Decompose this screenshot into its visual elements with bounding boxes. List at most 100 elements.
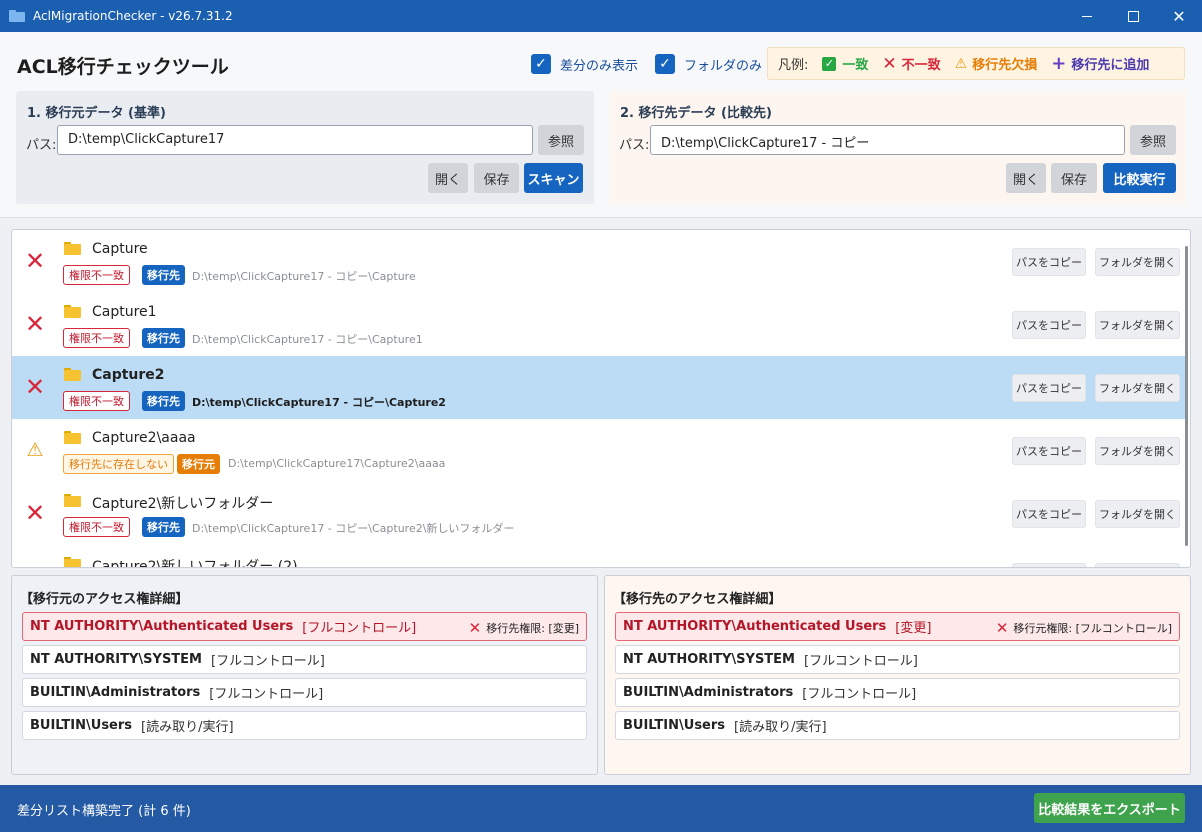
acl-permission: [フルコントロール]: [211, 654, 325, 669]
window-controls: ✕: [1064, 0, 1202, 32]
acl-permission: [フルコントロール]: [802, 687, 917, 702]
list-item[interactable]: ⚠ Capture2\aaaa 移行先に存在しない 移行元 D:\temp\Cl…: [12, 419, 1186, 482]
window-titlebar[interactable]: AclMigrationChecker - v26.7.31.2 ✕: [0, 0, 1202, 32]
source-path-input[interactable]: D:\temp\ClickCapture17: [57, 125, 533, 155]
acl-permission: [フルコントロール]: [209, 687, 324, 702]
item-name: Capture2\新しいフォルダー: [92, 496, 274, 512]
maximize-button[interactable]: [1110, 0, 1156, 32]
checkmark-icon: ✓: [655, 54, 675, 74]
side-badge: 移行元: [177, 454, 220, 474]
x-mark-icon: ✕: [24, 499, 46, 527]
legend-missing-label: 移行先欠損: [972, 58, 1038, 73]
acl-diff-note-text: 移行元権限: [フルコントロール]: [1013, 622, 1172, 635]
list-scrollbar[interactable]: [1185, 246, 1188, 546]
target-open-button[interactable]: 開く: [1006, 163, 1046, 193]
close-button[interactable]: ✕: [1156, 0, 1202, 32]
window-title: AclMigrationChecker - v26.7.31.2: [33, 9, 233, 23]
source-panel: 1. 移行元データ (基準) パス: D:\temp\ClickCapture1…: [16, 91, 594, 204]
item-path: D:\temp\ClickCapture17 - コピー\Capture2\新し…: [192, 522, 515, 535]
warning-icon: ⚠: [26, 439, 44, 461]
target-detail-title: 【移行先のアクセス権詳細】: [613, 592, 782, 607]
legend-added-label: 移行先に追加: [1071, 58, 1150, 73]
acl-permission: [フルコントロール]: [804, 654, 918, 669]
source-save-button[interactable]: 保存: [474, 163, 519, 193]
target-panel-title: 2. 移行先データ (比較先): [620, 106, 772, 121]
minimize-button[interactable]: [1064, 0, 1110, 32]
acl-entry: BUILTIN\Administrators [フルコントロール]: [615, 678, 1180, 707]
acl-entry-mismatch: NT AUTHORITY\Authenticated Users [変更] ✕ …: [615, 612, 1180, 641]
scan-button[interactable]: スキャン: [524, 163, 583, 193]
item-path: D:\temp\ClickCapture17 - コピー\Capture2: [192, 396, 446, 409]
folder-icon: [64, 305, 81, 318]
legend-label: 凡例:: [778, 58, 809, 73]
acl-diff-note-text: 移行先権限: [変更]: [486, 622, 579, 635]
acl-entry: NT AUTHORITY\SYSTEM [フルコントロール]: [615, 645, 1180, 674]
source-detail-title: 【移行元のアクセス権詳細】: [20, 592, 189, 607]
acl-permission: [フルコントロール]: [302, 621, 417, 636]
side-badge: 移行先: [142, 328, 185, 348]
acl-account: BUILTIN\Administrators: [623, 685, 794, 700]
open-folder-button[interactable]: フォルダを開く: [1095, 563, 1180, 567]
target-save-button[interactable]: 保存: [1051, 163, 1097, 193]
acl-entry: BUILTIN\Users [読み取り/実行]: [22, 711, 587, 740]
list-item[interactable]: ✕ Capture1 権限不一致 移行先 D:\temp\ClickCaptur…: [12, 293, 1186, 356]
item-path: D:\temp\ClickCapture17 - コピー\Capture: [192, 270, 416, 283]
show-diff-only-checkbox[interactable]: ✓ 差分のみ表示: [531, 54, 638, 74]
copy-path-button[interactable]: パスをコピー: [1012, 374, 1086, 402]
legend: 凡例: ✓ 一致 ✕ 不一致 ⚠ 移行先欠損 + 移行先に追加: [767, 47, 1185, 80]
check-icon: ✓: [822, 56, 837, 71]
open-folder-button[interactable]: フォルダを開く: [1095, 374, 1180, 402]
item-name: Capture2: [92, 367, 165, 383]
open-folder-button[interactable]: フォルダを開く: [1095, 500, 1180, 528]
export-button[interactable]: 比較結果をエクスポート: [1034, 793, 1185, 823]
acl-account: NT AUTHORITY\SYSTEM: [30, 652, 202, 667]
list-item[interactable]: ✕ Capture2\新しいフォルダー 権限不一致 移行先 D:\temp\Cl…: [12, 482, 1186, 545]
copy-path-button[interactable]: パスをコピー: [1012, 500, 1086, 528]
source-open-button[interactable]: 開く: [428, 163, 468, 193]
acl-diff-note: ✕ 移行先権限: [変更]: [469, 619, 579, 637]
copy-path-button[interactable]: パスをコピー: [1012, 437, 1086, 465]
legend-mismatch: ✕ 不一致: [882, 54, 940, 74]
close-icon: ✕: [1172, 6, 1186, 26]
list-item[interactable]: ✕ Capture 権限不一致 移行先 D:\temp\ClickCapture…: [12, 230, 1186, 293]
diff-list[interactable]: ✕ Capture 権限不一致 移行先 D:\temp\ClickCapture…: [11, 229, 1191, 568]
source-panel-title: 1. 移行元データ (基準): [27, 106, 166, 121]
folder-icon: [64, 557, 81, 567]
acl-account: BUILTIN\Users: [623, 718, 726, 733]
x-mark-icon: ✕: [468, 619, 482, 637]
acl-permission: [読み取り/実行]: [734, 720, 827, 735]
copy-path-button[interactable]: パスをコピー: [1012, 248, 1086, 276]
acl-account: NT AUTHORITY\Authenticated Users: [623, 619, 887, 634]
list-item-selected[interactable]: ✕ Capture2 権限不一致 移行先 D:\temp\ClickCaptur…: [12, 356, 1186, 419]
copy-path-button[interactable]: パスをコピー: [1012, 563, 1086, 567]
acl-account: BUILTIN\Users: [30, 718, 133, 733]
folders-only-checkbox[interactable]: ✓ フォルダのみ: [655, 54, 762, 74]
acl-account: BUILTIN\Administrators: [30, 685, 201, 700]
x-mark-icon: ✕: [24, 310, 46, 338]
open-folder-button[interactable]: フォルダを開く: [1095, 437, 1180, 465]
compare-button[interactable]: 比較実行: [1103, 163, 1176, 193]
open-folder-button[interactable]: フォルダを開く: [1095, 248, 1180, 276]
target-path-input[interactable]: D:\temp\ClickCapture17 - コピー: [650, 125, 1125, 155]
target-browse-button[interactable]: 参照: [1130, 125, 1176, 155]
acl-entry: BUILTIN\Administrators [フルコントロール]: [22, 678, 587, 707]
source-browse-button[interactable]: 参照: [538, 125, 584, 155]
list-item[interactable]: Capture2\新しいフォルダー (2) パスをコピー フォルダを開く: [12, 545, 1186, 567]
legend-match: ✓ 一致: [822, 54, 868, 73]
plus-icon: +: [1051, 53, 1067, 74]
x-mark-icon: ✕: [882, 53, 897, 74]
open-folder-button[interactable]: フォルダを開く: [1095, 311, 1180, 339]
item-path: D:\temp\ClickCapture17 - コピー\Capture1: [192, 333, 423, 346]
side-badge: 移行先: [142, 391, 185, 411]
source-acl-detail: 【移行元のアクセス権詳細】 NT AUTHORITY\Authenticated…: [11, 575, 598, 775]
legend-match-label: 一致: [842, 58, 869, 73]
status-badge: 権限不一致: [63, 328, 130, 348]
x-mark-icon: ✕: [24, 247, 46, 275]
status-badge: 権限不一致: [63, 391, 130, 411]
item-name: Capture: [92, 241, 148, 257]
x-mark-icon: ✕: [24, 373, 46, 401]
acl-entry: NT AUTHORITY\SYSTEM [フルコントロール]: [22, 645, 587, 674]
legend-missing: ⚠ 移行先欠損: [955, 54, 1038, 74]
copy-path-button[interactable]: パスをコピー: [1012, 311, 1086, 339]
item-path: D:\temp\ClickCapture17\Capture2\aaaa: [228, 457, 446, 470]
